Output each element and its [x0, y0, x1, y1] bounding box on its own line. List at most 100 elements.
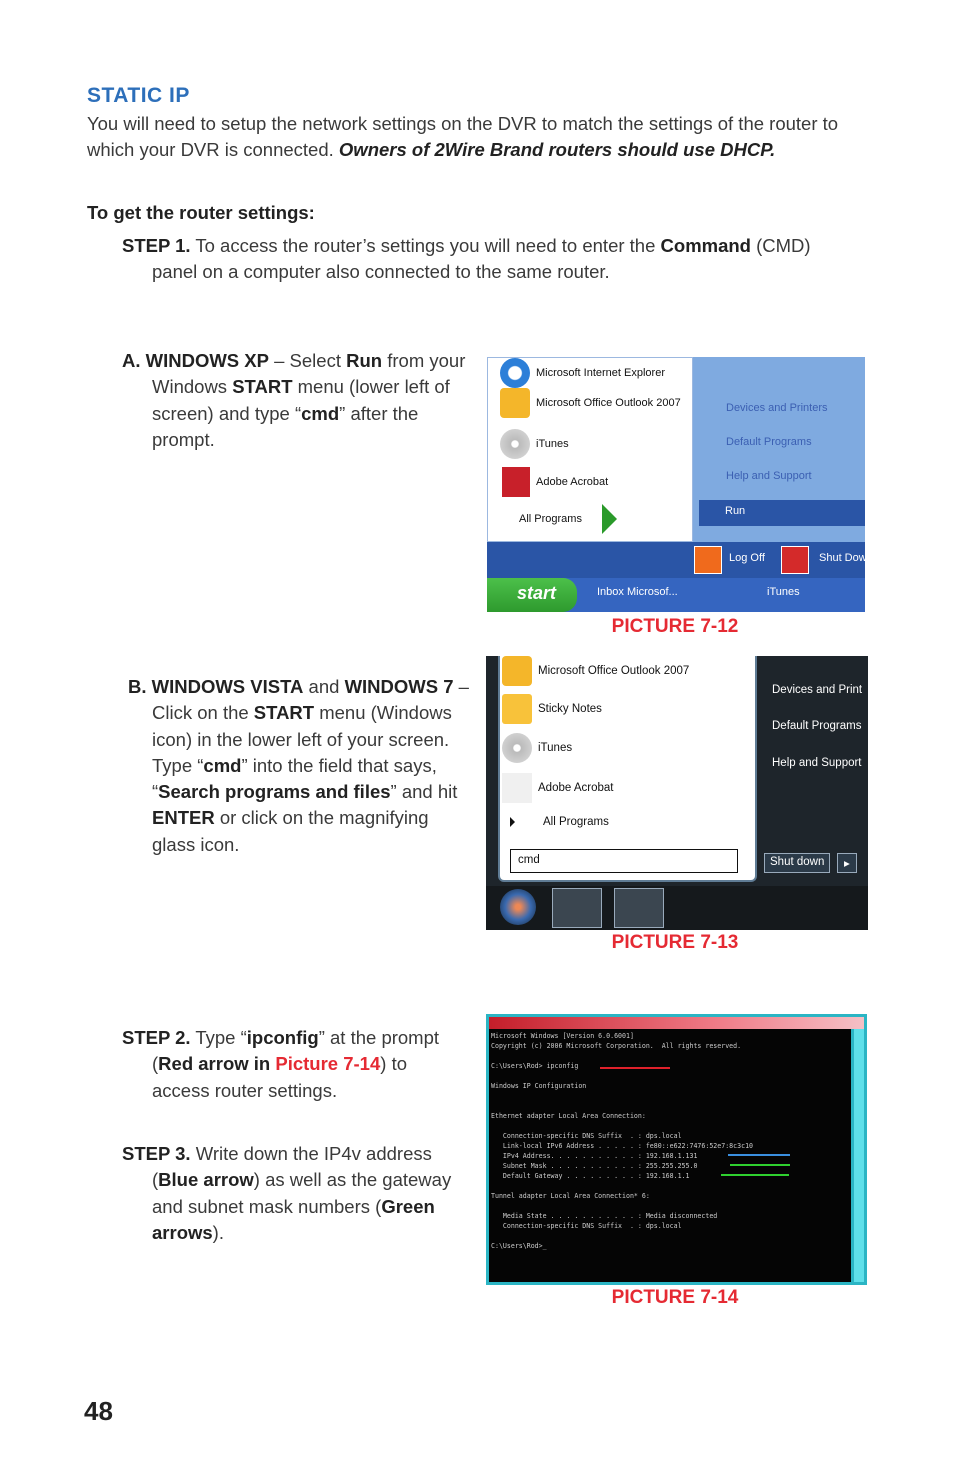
blue-arrow	[728, 1154, 790, 1156]
menu-item[interactable]: Microsoft Office Outlook 2007	[538, 665, 689, 677]
menu-item[interactable]: Microsoft Internet Explorer	[536, 367, 665, 379]
console-line: Tunnel adapter Local Area Connection* 6:	[491, 1192, 650, 1200]
itunes-icon	[502, 733, 532, 763]
menu-item-devices-printers[interactable]: Devices and Printers	[726, 402, 828, 414]
caption-picture-7-14: PICTURE 7-14	[611, 1287, 739, 1308]
console-line: C:\Users\Rod> ipconfig	[491, 1062, 579, 1070]
key-icon	[694, 546, 722, 574]
all-programs[interactable]: All Programs	[543, 816, 609, 828]
adobe-acrobat-icon	[502, 467, 530, 497]
step-3: STEP 3. Write down the IP4v address (Blu…	[122, 1141, 467, 1246]
run-label: Run	[725, 505, 746, 517]
text-segment: ENTER	[152, 807, 215, 829]
console-line: Connection-specific DNS Suffix . : dps.l…	[491, 1132, 682, 1140]
menu-item[interactable]: Sticky Notes	[538, 703, 602, 715]
text-segment: WINDOWS 7	[344, 676, 454, 697]
green-arrow	[721, 1174, 789, 1176]
text-segment: ).	[212, 1221, 224, 1243]
step-2: STEP 2. Type “ipconfig” at the prompt (R…	[122, 1025, 467, 1104]
adobe-acrobat-icon	[502, 773, 532, 803]
caption-picture-7-13: PICTURE 7-13	[611, 932, 739, 953]
console-line: Link-local IPv6 Address . . . . . : fe80…	[491, 1142, 754, 1150]
log-off-button[interactable]: Log Off	[729, 552, 765, 564]
console-line: Copyright (c) 2006 Microsoft Corporation…	[491, 1042, 742, 1050]
windows-xp-start-menu-screenshot: Microsoft Internet Explorer Microsoft Of…	[487, 357, 865, 612]
text-segment: Run	[346, 350, 383, 371]
menu-item-default-programs[interactable]: Default Programs	[726, 436, 812, 448]
text-segment: B. WINDOWS VISTA	[128, 676, 304, 697]
page-heading: STATIC IP	[87, 84, 190, 107]
menu-item-help-support[interactable]: Help and Support	[726, 470, 812, 482]
console-line: Microsoft Windows [Version 6.0.6001]	[491, 1032, 634, 1040]
taskbar-itunes-icon[interactable]	[614, 888, 664, 928]
text-segment: Command	[660, 235, 751, 256]
menu-item[interactable]: iTunes	[536, 438, 569, 450]
outlook-icon	[500, 388, 530, 418]
command-prompt-screenshot: Microsoft Windows [Version 6.0.6001] Copy…	[486, 1014, 867, 1285]
text-segment: A. WINDOWS XP	[122, 350, 269, 371]
menu-item-help-support[interactable]: Help and Support	[772, 757, 862, 769]
arrow-right-icon	[510, 817, 515, 827]
text-segment: and	[303, 676, 345, 697]
section-windows-xp: A. WINDOWS XP – Select Run from your Win…	[122, 348, 467, 453]
console-line: Media State . . . . . . . . . . . : Medi…	[491, 1212, 718, 1220]
search-input[interactable]: cmd	[510, 849, 738, 873]
text-segment: Red arrow in	[158, 1053, 276, 1075]
page-number: 48	[84, 1396, 113, 1426]
power-icon	[781, 546, 809, 574]
shut-down-options-button[interactable]: ▸	[837, 853, 857, 873]
taskbar-outlook-icon[interactable]	[552, 888, 602, 928]
console-line: Windows IP Configuration	[491, 1082, 587, 1090]
windows-start-orb-icon[interactable]	[500, 889, 536, 925]
text-segment: STEP 1.	[122, 235, 191, 256]
taskbar-item-itunes[interactable]: iTunes	[767, 586, 800, 598]
intro-paragraph: You will need to setup the network setti…	[87, 111, 877, 164]
text-segment: – Select	[268, 350, 347, 371]
menu-item[interactable]: Adobe Acrobat	[536, 476, 608, 488]
text-segment: START	[253, 702, 315, 724]
shut-down-button[interactable]: Shut Dow	[819, 552, 865, 564]
red-arrow	[600, 1067, 670, 1069]
text-segment: Picture 7-14	[275, 1053, 381, 1075]
shut-down-button[interactable]: Shut down	[764, 853, 831, 873]
subheading: To get the router settings:	[87, 202, 315, 223]
all-programs[interactable]: All Programs	[519, 513, 582, 525]
text-segment: cmd	[203, 754, 242, 776]
text-segment: Blue arrow	[158, 1169, 254, 1191]
menu-item-default-programs[interactable]: Default Programs	[772, 720, 861, 732]
text-segment: To access the router’s settings you will…	[190, 235, 661, 256]
scrollbar[interactable]	[854, 1029, 864, 1282]
step-1: STEP 1. To access the router’s settings …	[122, 233, 842, 286]
console-line: Default Gateway . . . . . . . . . : 192.…	[491, 1172, 690, 1180]
itunes-icon	[500, 429, 530, 459]
taskbar-item-outlook[interactable]: Inbox Microsof...	[597, 586, 678, 598]
console-output: Microsoft Windows [Version 6.0.6001] Copy…	[489, 1029, 851, 1282]
text-segment: STEP 3.	[122, 1143, 191, 1164]
start-label: start	[517, 583, 557, 603]
internet-explorer-icon	[500, 358, 530, 388]
window-title-bar	[489, 1017, 864, 1029]
menu-item[interactable]: Microsoft Office Outlook 2007	[536, 397, 681, 409]
console-line: Ethernet adapter Local Area Connection:	[491, 1112, 646, 1120]
green-arrow	[730, 1164, 790, 1166]
text-segment: ipconfig	[246, 1027, 319, 1048]
text-segment: Owners of 2Wire Brand routers should use…	[338, 139, 776, 161]
arrow-right-icon	[601, 504, 617, 534]
start-button[interactable]: start	[487, 578, 577, 612]
console-line: Connection-specific DNS Suffix . : dps.l…	[491, 1222, 682, 1230]
outlook-icon	[502, 656, 532, 686]
text-segment: Search programs and files	[158, 781, 391, 803]
sticky-notes-icon	[502, 694, 532, 724]
text-segment: cmd	[301, 402, 340, 424]
text-segment: ” and hit	[390, 781, 458, 803]
menu-item-run[interactable]: Run	[699, 500, 865, 526]
menu-item[interactable]: iTunes	[538, 742, 572, 754]
menu-item-devices-printers[interactable]: Devices and Print	[772, 684, 862, 696]
menu-item[interactable]: Adobe Acrobat	[538, 782, 613, 794]
